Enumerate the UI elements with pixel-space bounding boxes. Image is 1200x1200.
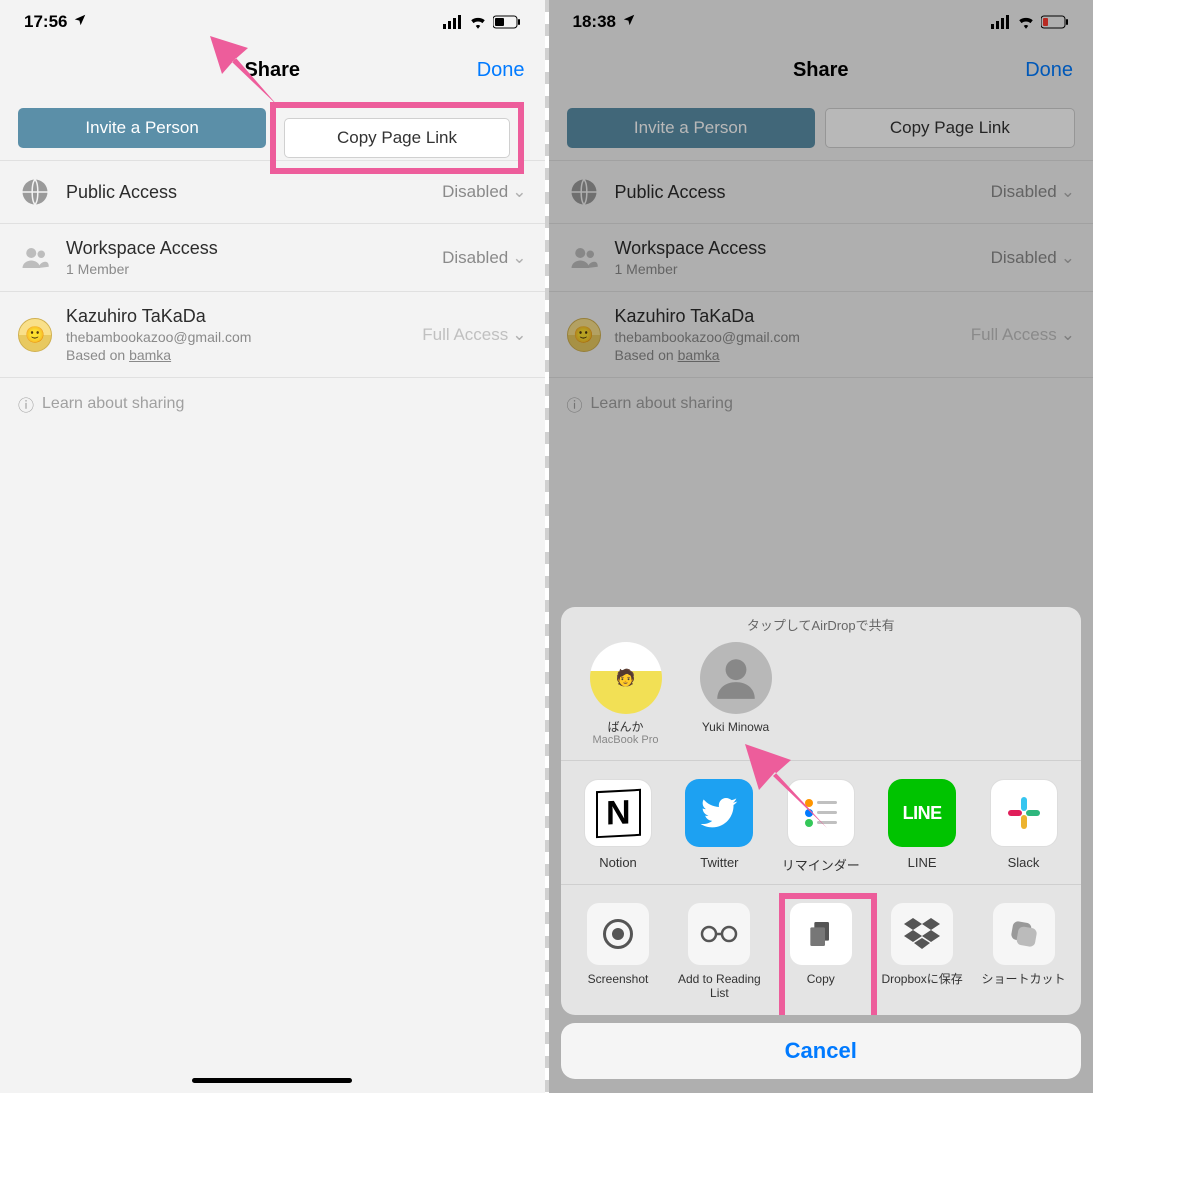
- dropbox-icon: [891, 903, 953, 965]
- avatar: 🙂: [18, 318, 52, 352]
- airdrop-avatar-icon: [700, 642, 772, 714]
- done-button[interactable]: Done: [477, 59, 525, 82]
- learn-label: Learn about sharing: [42, 395, 184, 413]
- signal-icon: [443, 15, 463, 29]
- people-icon: [18, 241, 52, 275]
- share-app-line[interactable]: LINE LINE: [875, 779, 970, 874]
- location-icon: [73, 12, 87, 32]
- action-copy[interactable]: Copy: [773, 903, 868, 1001]
- reading-list-icon: [688, 903, 750, 965]
- app-label: Slack: [976, 855, 1071, 870]
- shortcuts-icon: [993, 903, 1055, 965]
- row-value: Disabled: [442, 182, 508, 202]
- workspace-access-row[interactable]: Workspace Access 1 Member Disabled⌄: [0, 224, 545, 292]
- airdrop-header: タップしてAirDropで共有: [561, 607, 1082, 638]
- action-label: Dropboxに保存: [875, 973, 970, 987]
- chevron-down-icon: ⌄: [512, 325, 526, 345]
- line-icon: LINE: [888, 779, 956, 847]
- globe-icon: [18, 175, 52, 209]
- share-actions-row: Screenshot Add to Reading List Copy Drop…: [561, 885, 1082, 1015]
- airdrop-device: MacBook Pro: [581, 734, 671, 746]
- slack-icon: [990, 779, 1058, 847]
- user-row[interactable]: 🙂 Kazuhiro TaKaDa thebambookazoo@gmail.c…: [0, 292, 545, 378]
- user-name: Kazuhiro TaKaDa: [66, 306, 422, 327]
- based-on-prefix: Based on: [66, 347, 129, 363]
- screenshot-icon: [587, 903, 649, 965]
- public-access-row[interactable]: Public Access Disabled⌄: [0, 160, 545, 224]
- airdrop-contact[interactable]: 🧑 ばんか MacBook Pro: [581, 642, 671, 746]
- status-time: 17:56: [24, 12, 67, 32]
- help-icon: ⓘ: [18, 392, 34, 416]
- row-subtitle: 1 Member: [66, 261, 442, 277]
- row-value: Disabled: [442, 248, 508, 268]
- learn-about-sharing[interactable]: ⓘ Learn about sharing: [0, 378, 545, 430]
- app-label: Twitter: [672, 855, 767, 870]
- home-indicator: [192, 1078, 352, 1083]
- notion-icon: N: [584, 779, 652, 847]
- action-reading-list[interactable]: Add to Reading List: [672, 903, 767, 1001]
- row-value: Full Access: [422, 325, 508, 345]
- airdrop-name: ばんか: [581, 720, 671, 734]
- app-label: LINE: [875, 855, 970, 870]
- annotation-arrow: [178, 18, 298, 128]
- action-dropbox[interactable]: Dropboxに保存: [875, 903, 970, 1001]
- action-label: Screenshot: [571, 973, 666, 987]
- share-list: Public Access Disabled⌄ Workspace Access…: [0, 160, 545, 378]
- copy-icon: [790, 903, 852, 965]
- app-label: Notion: [571, 855, 666, 870]
- cancel-button[interactable]: Cancel: [561, 1023, 1082, 1079]
- chevron-down-icon: ⌄: [512, 182, 526, 202]
- row-title: Public Access: [66, 182, 442, 203]
- row-title: Workspace Access: [66, 238, 442, 259]
- action-shortcuts[interactable]: ショートカット: [976, 903, 1071, 1001]
- wifi-icon: [469, 15, 487, 29]
- based-on-link[interactable]: bamka: [129, 347, 171, 363]
- action-label: Copy: [773, 973, 868, 987]
- annotation-arrow: [709, 720, 849, 850]
- airdrop-avatar-icon: 🧑: [590, 642, 662, 714]
- action-label: ショートカット: [976, 973, 1071, 987]
- action-label: Add to Reading List: [672, 973, 767, 1001]
- phone-left: 17:56 Share Done Invite: [0, 0, 545, 1093]
- action-screenshot[interactable]: Screenshot: [571, 903, 666, 1001]
- phone-right: 18:38 Share Done Invite a Person Copy Pa…: [549, 0, 1094, 1093]
- share-app-notion[interactable]: N Notion: [571, 779, 666, 874]
- battery-icon: [493, 15, 521, 29]
- share-app-slack[interactable]: Slack: [976, 779, 1071, 874]
- user-email: thebambookazoo@gmail.com: [66, 329, 422, 345]
- app-label: リマインダー: [773, 855, 868, 874]
- chevron-down-icon: ⌄: [512, 248, 526, 268]
